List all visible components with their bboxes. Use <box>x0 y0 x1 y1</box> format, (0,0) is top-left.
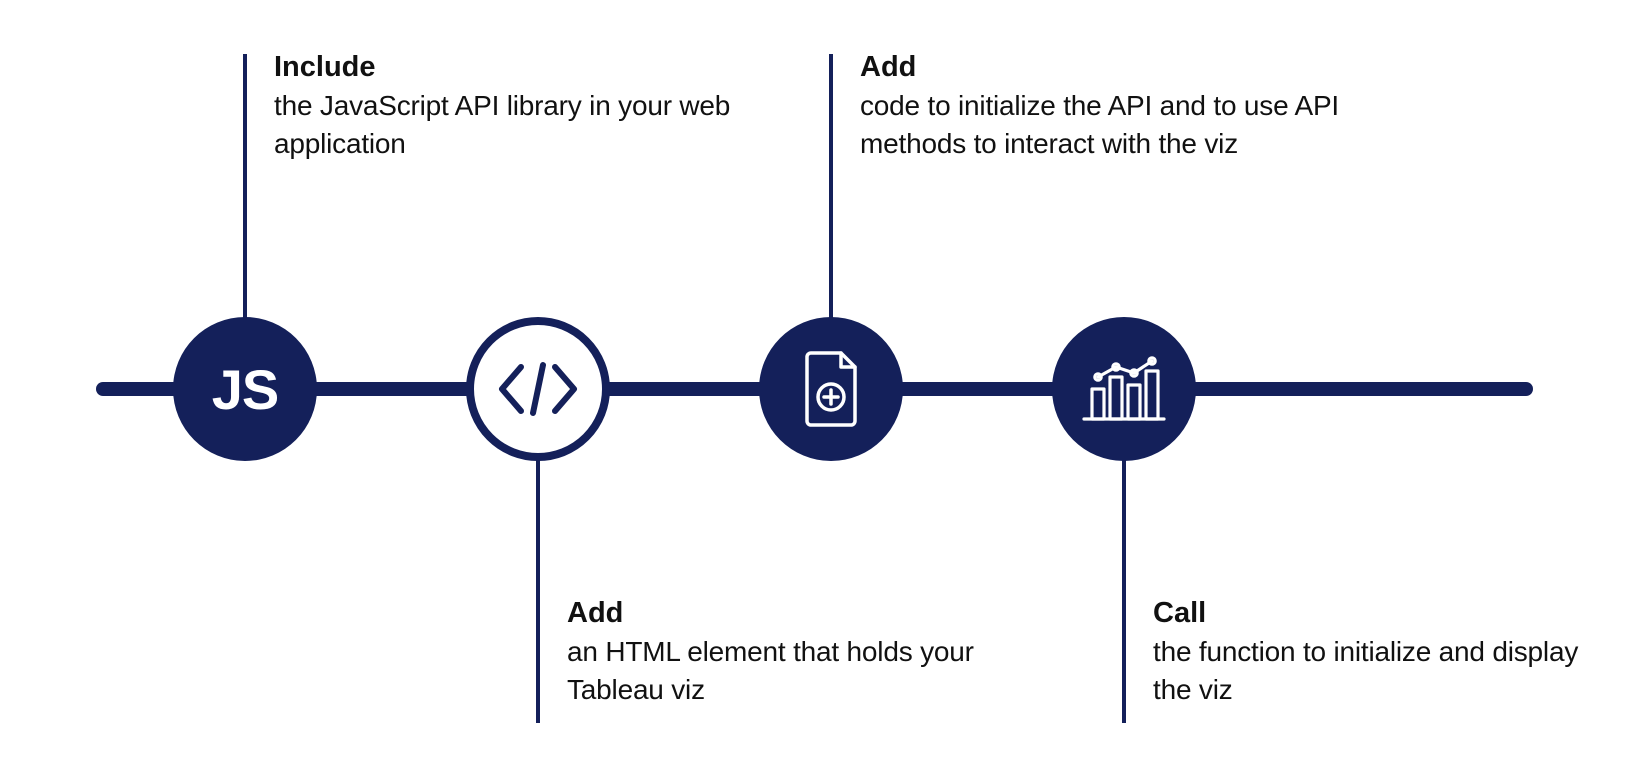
caption-step-4: Call the function to initialize and disp… <box>1153 595 1623 709</box>
caption-title: Add <box>860 49 1380 85</box>
caption-body: the JavaScript API library in your web a… <box>274 87 744 163</box>
caption-title: Call <box>1153 595 1623 631</box>
caption-body: an HTML element that holds your Tableau … <box>567 633 1037 709</box>
caption-title: Add <box>567 595 1037 631</box>
caption-step-2: Add an HTML element that holds your Tabl… <box>567 595 1037 709</box>
connector-step-1 <box>243 54 247 320</box>
step-4-circle <box>1052 317 1196 461</box>
caption-body: code to initialize the API and to use AP… <box>860 87 1380 163</box>
chart-icon <box>1080 353 1168 425</box>
step-3-circle <box>759 317 903 461</box>
caption-title: Include <box>274 49 744 85</box>
step-1-circle: JS <box>173 317 317 461</box>
process-diagram: Include the JavaScript API library in yo… <box>0 0 1633 767</box>
file-add-icon <box>799 349 863 429</box>
connector-step-2 <box>536 458 540 723</box>
connector-step-4 <box>1122 458 1126 723</box>
caption-step-3: Add code to initialize the API and to us… <box>860 49 1380 163</box>
code-brackets-icon <box>496 360 580 418</box>
connector-step-3 <box>829 54 833 320</box>
step-2-circle <box>466 317 610 461</box>
caption-step-1: Include the JavaScript API library in yo… <box>274 49 744 163</box>
js-icon: JS <box>212 357 279 422</box>
caption-body: the function to initialize and display t… <box>1153 633 1623 709</box>
